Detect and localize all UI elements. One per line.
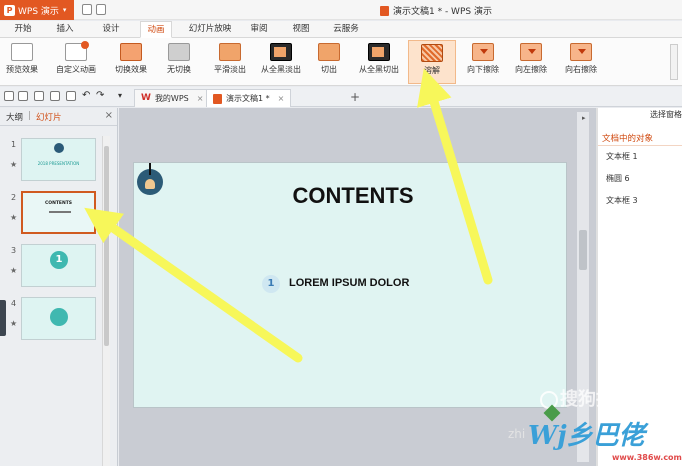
object-item[interactable]: 文本框 1 <box>596 146 682 168</box>
thumb-logo <box>54 143 64 153</box>
slide-thumbnail-2[interactable]: 2 ★ CONTENTS <box>0 191 110 239</box>
switch-effect-button[interactable]: 切换效果 <box>110 40 152 84</box>
tab-view[interactable]: 视图 <box>288 21 314 38</box>
brand-watermark: Wj乡巴佬 www.386w.com <box>528 404 682 466</box>
redo-icon[interactable]: ↷ <box>96 91 106 101</box>
slide-canvas[interactable]: CONTENTS 1 LOREM IPSUM DOLOR <box>133 162 567 408</box>
tab-animation[interactable]: 动画 <box>140 21 172 38</box>
cut-icon <box>318 43 340 61</box>
title-bar: P WPS 演示 ▾ 演示文稿1 * - WPS 演示 <box>0 0 682 20</box>
transition-cut-black[interactable]: 从全黑切出 <box>354 40 404 84</box>
transition-dissolve[interactable]: 溶解 <box>408 40 456 84</box>
wipe-left-icon <box>520 43 542 61</box>
preview-icon <box>11 43 33 61</box>
tab-cloud[interactable]: 云服务 <box>330 21 362 38</box>
custom-animation-icon <box>65 41 89 61</box>
transition-wipe-left[interactable]: 向左擦除 <box>510 40 552 84</box>
document-title: 演示文稿1 * - WPS 演示 <box>380 4 492 17</box>
ribbon-gallery-scroll[interactable] <box>670 44 678 80</box>
animation-ribbon: 预览效果 自定义动画 切换效果 无切换 平滑淡出 从全黑淡出 切出 从全黑切出 … <box>0 38 682 86</box>
wipe-right-icon <box>570 43 592 61</box>
tab-outline[interactable]: 大纲 <box>6 111 23 123</box>
transition-fade-black[interactable]: 从全黑淡出 <box>256 40 306 84</box>
transition-icon <box>120 43 142 61</box>
chevron-down-icon[interactable]: ▾ <box>118 91 128 101</box>
close-icon[interactable]: × <box>278 90 285 107</box>
object-item[interactable]: 椭圆 6 <box>596 168 682 190</box>
fade-black-icon <box>270 43 292 61</box>
preview-print-icon[interactable] <box>66 91 76 101</box>
expand-arrow-icon[interactable]: ▸ <box>582 114 586 122</box>
slide-thumbnail-1[interactable]: 1 ★ 2018 PRESENTATION <box>0 138 110 186</box>
wipe-down-icon <box>472 43 494 61</box>
export-icon[interactable] <box>34 91 44 101</box>
text-cursor-icon <box>149 163 151 175</box>
tab-document[interactable]: 演示文稿1 * × <box>206 89 292 107</box>
tab-slides[interactable]: 幻灯片 <box>36 111 62 123</box>
dissolve-icon <box>421 44 443 62</box>
close-icon[interactable]: × <box>197 90 204 107</box>
transition-cut[interactable]: 切出 <box>312 40 346 84</box>
tab-start[interactable]: 开始 <box>10 21 36 38</box>
new-icon[interactable] <box>82 4 92 15</box>
selection-pane-title: 选择窗格 <box>650 110 682 119</box>
zhi-watermark: zhi <box>508 427 526 441</box>
star-icon: ★ <box>10 213 18 222</box>
slides-panel: 大纲 | 幻灯片 × 1 ★ 2018 PRESENTATION 2 ★ CON… <box>0 108 118 466</box>
transition-wipe-down[interactable]: 向下擦除 <box>462 40 504 84</box>
star-icon: ★ <box>10 160 18 169</box>
preview-effect-button[interactable]: 预览效果 <box>2 40 42 84</box>
slide-title[interactable]: CONTENTS <box>134 183 568 209</box>
tab-design[interactable]: 设计 <box>98 21 124 38</box>
slide-item-text[interactable]: LOREM IPSUM DOLOR <box>289 277 409 289</box>
object-item[interactable]: 文本框 3 <box>596 190 682 212</box>
tab-review[interactable]: 审阅 <box>246 21 272 38</box>
save-icon[interactable] <box>18 91 28 101</box>
slide-editor: CONTENTS 1 LOREM IPSUM DOLOR <box>119 108 595 466</box>
ribbon-tabs: 开始 插入 设计 动画 幻灯片放映 审阅 视图 云服务 <box>0 21 682 38</box>
tab-my-wps[interactable]: W 我的WPS × <box>134 89 211 107</box>
objects-section-title: 文档中的对象 <box>596 132 682 146</box>
item-number-badge[interactable]: 1 <box>262 275 280 293</box>
selection-pane: ▸ 选择窗格 文档中的对象 文本框 1 椭圆 6 文本框 3 <box>582 108 682 466</box>
tab-slideshow[interactable]: 幻灯片放映 <box>184 21 236 38</box>
print-icon[interactable] <box>50 91 60 101</box>
panel-collapse-tab[interactable] <box>0 300 6 336</box>
open-folder-icon[interactable] <box>4 91 14 101</box>
custom-animation-button[interactable]: 自定义动画 <box>52 40 100 84</box>
close-icon[interactable]: × <box>105 110 113 121</box>
app-name: WPS 演示 <box>18 6 59 17</box>
document-tab-bar: ↶ ↷ ▾ W 我的WPS × 演示文稿1 * × + <box>0 87 682 107</box>
slide-thumbnail-4[interactable]: 4 ★ <box>0 297 110 345</box>
wps-logo-icon: P <box>4 4 15 16</box>
chevron-down-icon: ▾ <box>62 6 67 14</box>
slide-thumbnail-3[interactable]: 3 ★ 1 <box>0 244 110 292</box>
open-icon[interactable] <box>96 4 106 15</box>
presentation-icon <box>380 5 389 16</box>
wps-w-icon: W <box>141 93 151 103</box>
transition-none[interactable]: 无切换 <box>160 40 198 84</box>
app-menu-button[interactable]: P WPS 演示 ▾ <box>0 0 74 20</box>
transition-smooth-fade[interactable]: 平滑淡出 <box>208 40 252 84</box>
smooth-fade-icon <box>219 43 241 61</box>
new-tab-button[interactable]: + <box>350 90 360 104</box>
tab-insert[interactable]: 插入 <box>52 21 78 38</box>
cut-black-icon <box>368 43 390 61</box>
presentation-icon <box>213 93 222 104</box>
slides-scrollbar[interactable] <box>102 136 110 466</box>
no-transition-icon <box>168 43 190 61</box>
star-icon: ★ <box>10 319 18 328</box>
star-icon: ★ <box>10 266 18 275</box>
undo-icon[interactable]: ↶ <box>82 91 92 101</box>
transition-wipe-right[interactable]: 向右擦除 <box>560 40 602 84</box>
